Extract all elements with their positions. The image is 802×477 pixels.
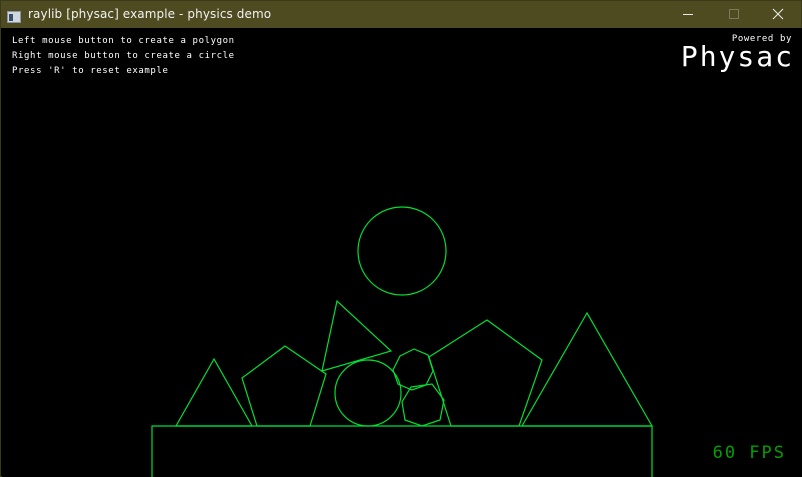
minimize-icon xyxy=(682,5,694,24)
floor-body xyxy=(151,425,653,477)
triangle-body xyxy=(520,311,654,427)
minimize-button[interactable] xyxy=(665,1,711,28)
fps-counter: 60 FPS xyxy=(712,443,786,463)
maximize-icon xyxy=(728,5,740,24)
polygon-body xyxy=(392,348,434,391)
pentagon-body xyxy=(428,319,543,427)
pentagon-body xyxy=(241,345,327,427)
polygon-body xyxy=(401,383,445,427)
physics-scene xyxy=(151,206,654,477)
app-window: raylib [physac] example - physics demo L… xyxy=(0,0,802,477)
instruction-left-click: Left mouse button to create a polygon xyxy=(12,36,235,46)
instruction-reset: Press 'R' to reset example xyxy=(12,66,169,76)
circle-body xyxy=(334,359,402,427)
title-bar[interactable]: raylib [physac] example - physics demo xyxy=(1,1,801,28)
close-icon xyxy=(772,5,784,24)
physac-logo: Physac xyxy=(680,40,794,73)
maximize-button[interactable] xyxy=(711,1,757,28)
window-title: raylib [physac] example - physics demo xyxy=(28,7,272,21)
triangle-body xyxy=(174,357,254,427)
physics-canvas[interactable]: Left mouse button to create a polygon Ri… xyxy=(2,28,802,477)
app-window-icon xyxy=(7,8,21,23)
triangle-body xyxy=(321,299,393,372)
circle-body xyxy=(357,206,447,296)
close-button[interactable] xyxy=(755,1,801,28)
instruction-right-click: Right mouse button to create a circle xyxy=(12,51,235,61)
